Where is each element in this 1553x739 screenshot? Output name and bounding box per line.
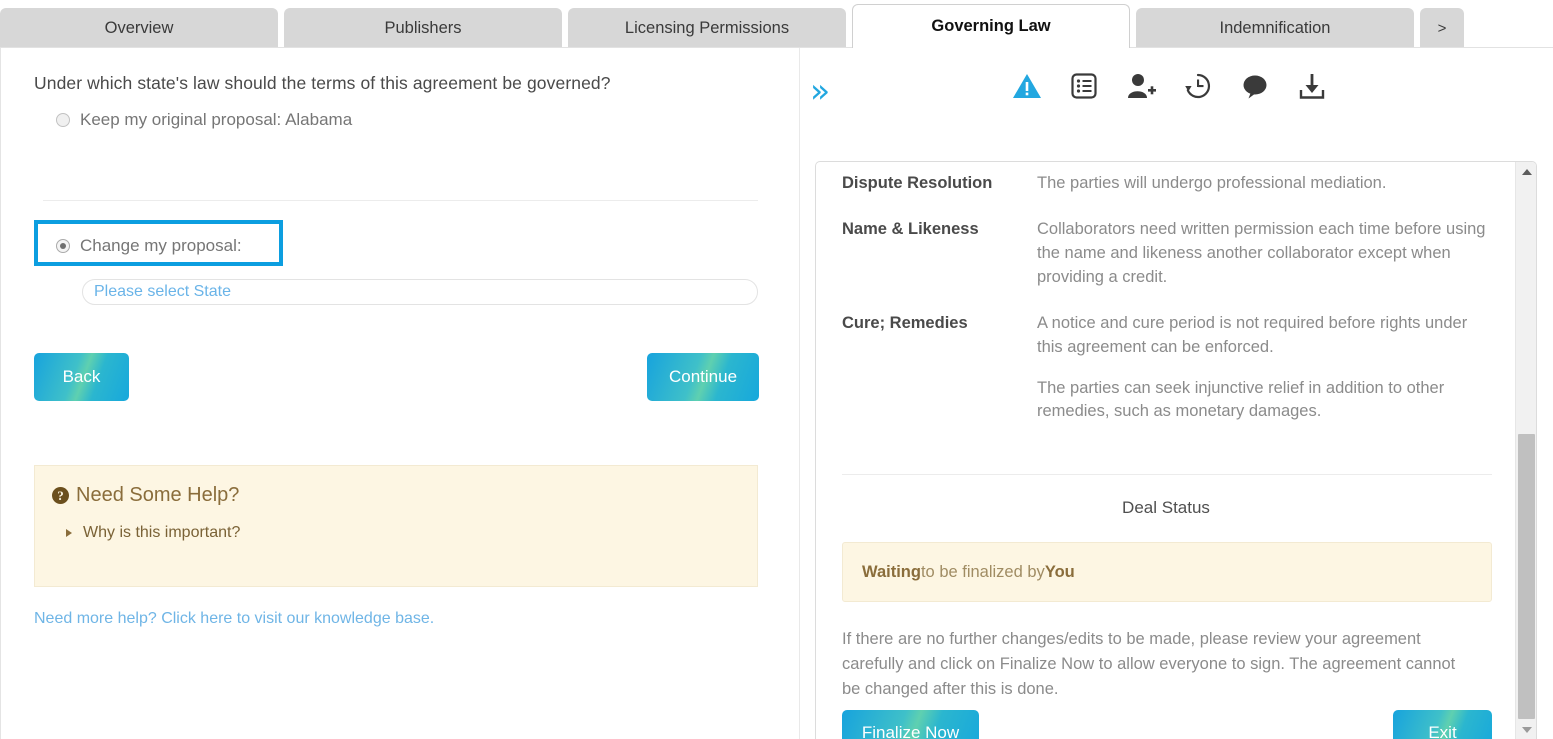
term-row: Cure; Remedies A notice and cure period … [842, 312, 1492, 425]
tab-label: Governing Law [931, 17, 1051, 35]
tab-label: Indemnification [1219, 18, 1331, 37]
deal-status-title: Deal Status [1122, 498, 1210, 517]
terms-list: Dispute Resolution The parties will unde… [842, 172, 1492, 446]
form-divider [43, 200, 758, 201]
term-paragraph: A notice and cure period is not required… [1037, 313, 1468, 356]
exit-button[interactable]: Exit [1393, 710, 1492, 739]
option-change-proposal-label: Change my proposal: [80, 236, 242, 255]
status-badge: Waiting to be finalized by You [842, 542, 1492, 602]
page-body: Under which state's law should the terms… [0, 47, 1553, 739]
agreement-scroll-area: Dispute Resolution The parties will unde… [816, 162, 1516, 739]
radio-change-proposal[interactable] [56, 239, 70, 253]
term-label: Cure; Remedies [842, 313, 968, 332]
help-panel-title: ? Need Some Help? [52, 484, 239, 507]
tab-label: > [1437, 19, 1447, 37]
term-label: Dispute Resolution [842, 174, 993, 192]
clipboard-list-icon[interactable] [1070, 72, 1098, 100]
tab-governing-law[interactable]: Governing Law [852, 4, 1130, 48]
term-paragraph: Collaborators need written permission ea… [1037, 219, 1486, 286]
finalize-now-button[interactable]: Finalize Now [842, 710, 979, 739]
help-panel-title-label: Need Some Help? [76, 484, 240, 506]
left-form-pane: Under which state's law should the terms… [0, 48, 800, 739]
term-paragraph: The parties can seek injunctive relief i… [1037, 378, 1445, 421]
term-row: Dispute Resolution The parties will unde… [842, 172, 1492, 196]
tab-label: Publishers [384, 18, 462, 37]
back-button[interactable]: Back [34, 353, 129, 401]
term-paragraph: The parties will undergo professional me… [1037, 174, 1387, 192]
tab-licensing-permissions[interactable]: Licensing Permissions [568, 8, 846, 48]
collapse-chevrons-icon[interactable]: » [810, 74, 830, 107]
warning-triangle-icon[interactable] [1012, 72, 1042, 100]
tab-publishers[interactable]: Publishers [284, 8, 562, 48]
tab-indemnification[interactable]: Indemnification [1136, 8, 1414, 48]
term-body: Collaborators need written permission ea… [1037, 218, 1492, 290]
status-badge-party: You [1044, 562, 1075, 581]
option-keep-original[interactable]: Keep my original proposal: Alabama [56, 110, 352, 130]
add-person-icon[interactable] [1126, 72, 1156, 100]
knowledge-base-link[interactable]: Need more help? Click here to visit our … [34, 610, 434, 628]
status-badge-state: Waiting [862, 562, 921, 581]
state-select[interactable]: Please select State [82, 279, 758, 305]
finalize-now-button-label: Finalize Now [861, 723, 960, 739]
caret-right-icon [66, 529, 72, 537]
option-change-proposal[interactable]: Change my proposal: [56, 236, 242, 256]
tab-overview[interactable]: Overview [0, 8, 278, 48]
document-toolbar: » [800, 69, 1553, 124]
scroll-down-arrow-icon[interactable] [1516, 720, 1536, 739]
exit-button-label: Exit [1428, 723, 1457, 739]
status-badge-middle: to be finalized by [920, 562, 1045, 581]
option-keep-original-label: Keep my original proposal: Alabama [80, 110, 353, 129]
page-title: Under which state's law should the terms… [34, 73, 611, 93]
comment-bubble-icon[interactable] [1240, 72, 1270, 100]
question-circle-icon: ? [52, 487, 69, 504]
tab-bar: Overview Publishers Licensing Permission… [0, 0, 1553, 48]
download-icon[interactable] [1298, 72, 1326, 100]
term-label: Name & Likeness [842, 219, 979, 238]
right-document-pane: » Dispute Resolution The parties will un… [800, 48, 1553, 739]
help-panel: ? Need Some Help? Why is this important? [34, 465, 758, 587]
continue-button-label: Continue [668, 367, 738, 386]
toolbar-icon-group [1012, 72, 1326, 100]
radio-keep-original[interactable] [56, 113, 70, 127]
help-accordion-item[interactable]: Why is this important? [66, 524, 241, 542]
agreement-summary-panel: Dispute Resolution The parties will unde… [815, 161, 1537, 739]
scrollbar-thumb[interactable] [1518, 434, 1535, 719]
term-body: The parties will undergo professional me… [1037, 172, 1386, 196]
scroll-up-arrow-icon[interactable] [1516, 162, 1536, 182]
highlight-box-change-proposal: Change my proposal: [34, 220, 283, 266]
help-accordion-label: Why is this important? [83, 524, 241, 541]
back-button-label: Back [62, 367, 101, 386]
tab-next-arrow[interactable]: > [1420, 8, 1464, 48]
state-select-placeholder: Please select State [94, 283, 231, 300]
term-row: Name & Likeness Collaborators need writt… [842, 218, 1492, 290]
deal-status-divider [842, 474, 1492, 475]
finalize-instructions: If there are no further changes/edits to… [842, 630, 1456, 698]
tab-label: Licensing Permissions [624, 18, 790, 37]
continue-button[interactable]: Continue [647, 353, 759, 401]
term-body: A notice and cure period is not required… [1037, 312, 1492, 425]
tab-label: Overview [104, 18, 174, 37]
document-scrollbar[interactable] [1515, 162, 1536, 739]
history-clock-icon[interactable] [1184, 72, 1212, 100]
